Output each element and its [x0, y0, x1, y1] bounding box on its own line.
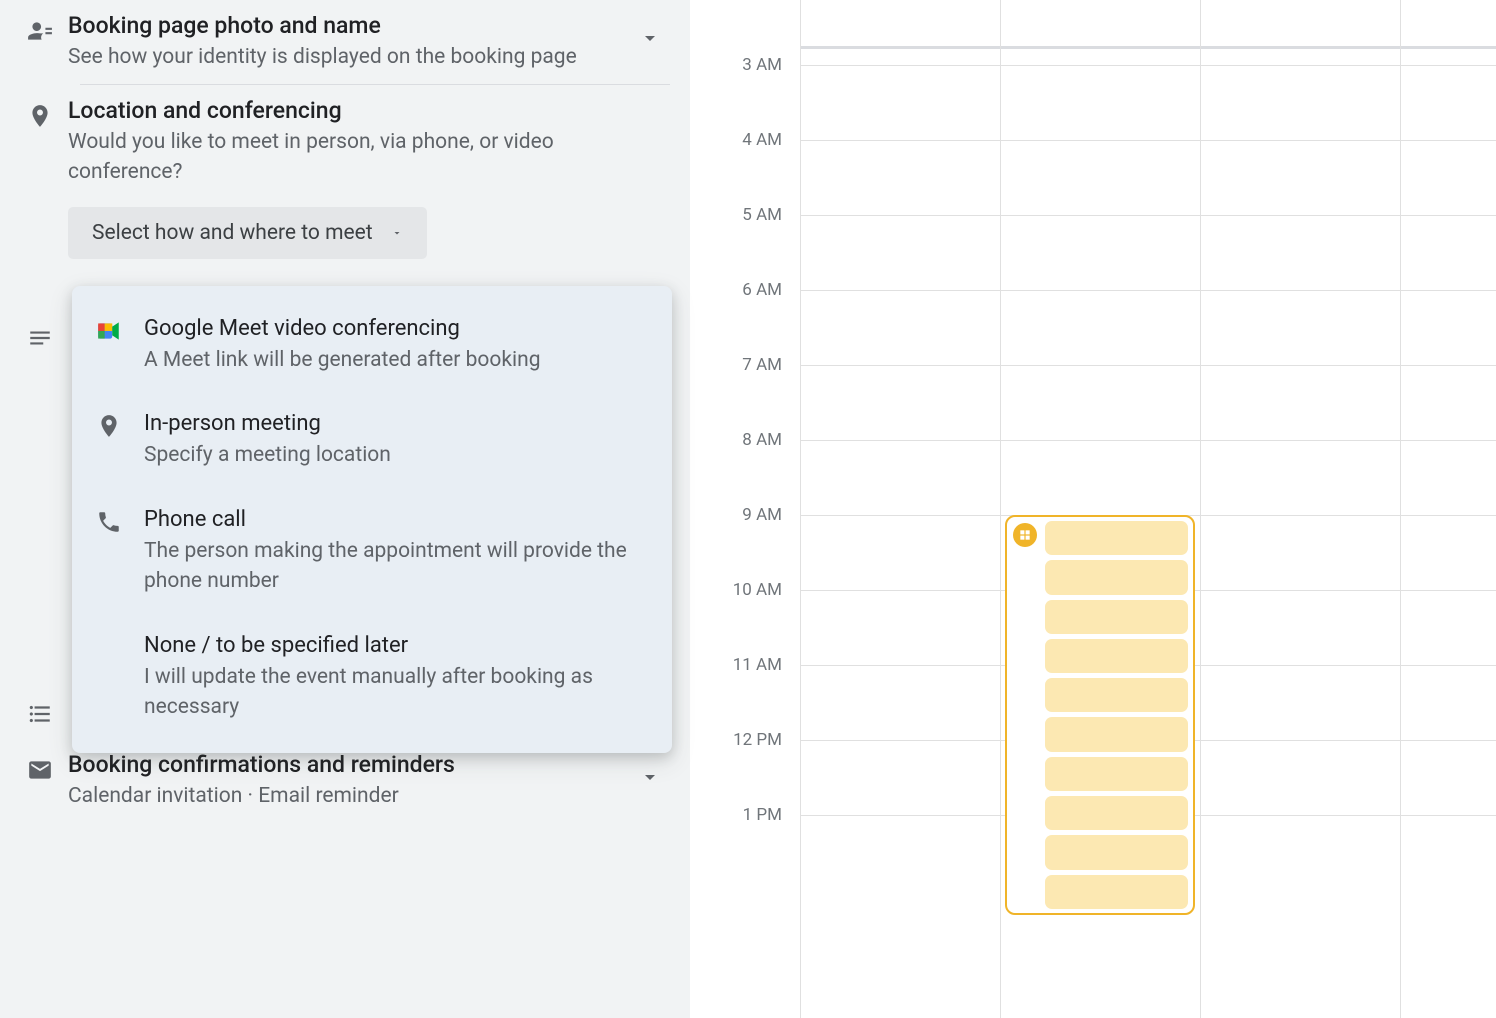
- appointment-schedule-icon: [1013, 523, 1037, 547]
- list-icon: [12, 695, 68, 727]
- location-pin-icon: [96, 411, 144, 470]
- hour-label: 11 AM: [733, 655, 782, 675]
- menu-label: In-person meeting: [144, 411, 648, 436]
- time-axis: 3 AM 4 AM 5 AM 6 AM 7 AM 8 AM 9 AM 10 AM…: [690, 0, 800, 1018]
- menu-desc: I will update the event manually after b…: [144, 662, 648, 723]
- menu-option-in-person[interactable]: In-person meeting Specify a meeting loca…: [72, 393, 672, 488]
- menu-desc: The person making the appointment will p…: [144, 536, 648, 597]
- person-badge-icon: [12, 12, 68, 72]
- menu-label: Phone call: [144, 507, 648, 532]
- section-subtitle: See how your identity is displayed on th…: [68, 43, 634, 72]
- meeting-type-dropdown[interactable]: Select how and where to meet: [68, 207, 427, 259]
- hour-label: 12 PM: [733, 730, 782, 750]
- appointment-slot[interactable]: [1045, 875, 1188, 909]
- hour-label: 1 PM: [743, 805, 782, 825]
- mail-icon: [12, 751, 68, 811]
- appointment-slot[interactable]: [1045, 600, 1188, 634]
- section-booking-photo[interactable]: Booking page photo and name See how your…: [0, 0, 690, 84]
- menu-label: Google Meet video conferencing: [144, 316, 648, 341]
- blank-icon: [96, 633, 144, 723]
- settings-panel: Booking page photo and name See how your…: [0, 0, 690, 1018]
- section-location: Location and conferencing Would you like…: [0, 85, 690, 259]
- appointment-slot[interactable]: [1045, 717, 1188, 751]
- appointment-slot[interactable]: [1045, 835, 1188, 869]
- meeting-type-menu: Google Meet video conferencing A Meet li…: [72, 286, 672, 753]
- menu-option-none[interactable]: None / to be specified later I will upda…: [72, 615, 672, 741]
- menu-label: None / to be specified later: [144, 633, 648, 658]
- appointment-slot[interactable]: [1045, 757, 1188, 791]
- appointment-block[interactable]: [1005, 515, 1195, 915]
- calendar-grid[interactable]: [800, 0, 1496, 1018]
- hour-label: 4 AM: [742, 130, 782, 150]
- section-title: Location and conferencing: [68, 97, 634, 124]
- appointment-slot[interactable]: [1045, 639, 1188, 673]
- section-subtitle: Would you like to meet in person, via ph…: [68, 128, 634, 187]
- hour-label: 5 AM: [742, 205, 782, 225]
- dropdown-label: Select how and where to meet: [92, 221, 373, 245]
- hour-label: 3 AM: [742, 55, 782, 75]
- appointment-slot[interactable]: [1045, 678, 1188, 712]
- hour-label: 9 AM: [742, 505, 782, 525]
- caret-down-icon: [391, 221, 403, 245]
- location-pin-icon: [12, 97, 68, 259]
- calendar-panel: 3 AM 4 AM 5 AM 6 AM 7 AM 8 AM 9 AM 10 AM…: [690, 0, 1496, 1018]
- appointment-slot[interactable]: [1045, 560, 1188, 594]
- menu-desc: A Meet link will be generated after book…: [144, 345, 648, 375]
- appointment-slot[interactable]: [1045, 521, 1188, 555]
- menu-option-phone[interactable]: Phone call The person making the appoint…: [72, 489, 672, 615]
- section-title: Booking page photo and name: [68, 12, 634, 39]
- google-meet-icon: [96, 316, 144, 375]
- section-subtitle: Calendar invitation · Email reminder: [68, 782, 634, 811]
- appointment-slot[interactable]: [1045, 796, 1188, 830]
- hour-label: 8 AM: [742, 430, 782, 450]
- section-title: Booking confirmations and reminders: [68, 751, 634, 778]
- notes-icon: [12, 319, 68, 351]
- menu-option-google-meet[interactable]: Google Meet video conferencing A Meet li…: [72, 298, 672, 393]
- hour-label: 6 AM: [742, 280, 782, 300]
- chevron-down-icon[interactable]: [638, 765, 662, 793]
- menu-desc: Specify a meeting location: [144, 440, 648, 470]
- hour-label: 10 AM: [733, 580, 782, 600]
- phone-icon: [96, 507, 144, 597]
- hour-label: 7 AM: [742, 355, 782, 375]
- chevron-down-icon[interactable]: [638, 26, 662, 54]
